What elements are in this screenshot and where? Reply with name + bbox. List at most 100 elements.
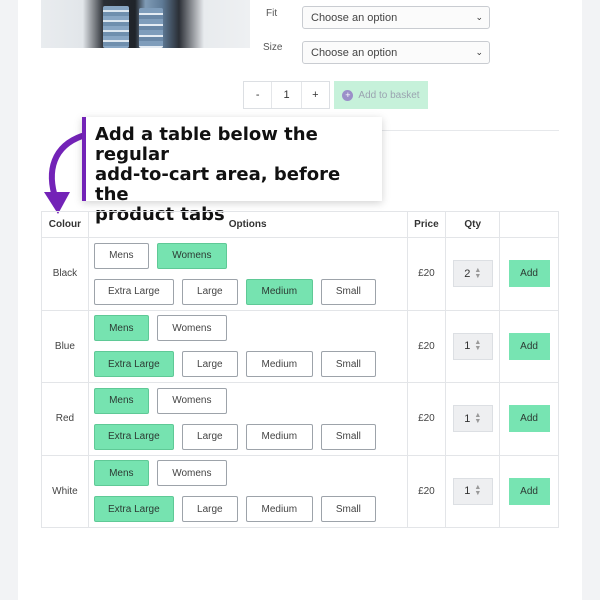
size-option-large[interactable]: Large: [181, 423, 238, 450]
row-qty-input[interactable]: 1 ▲ ▼: [452, 477, 493, 505]
size-option-small[interactable]: Small: [320, 423, 376, 450]
quantity-stepper: - 1 +: [243, 81, 330, 109]
add-cell: Add: [499, 382, 559, 456]
add-cell: Add: [499, 309, 559, 383]
size-option-large[interactable]: Large: [181, 351, 238, 378]
curved-arrow-icon: [44, 133, 85, 214]
add-button[interactable]: Add: [508, 405, 550, 433]
qty-cell: 1 ▲ ▼: [445, 309, 501, 383]
fit-options: Mens Womens: [93, 242, 403, 269]
fit-option-womens[interactable]: Womens: [156, 315, 227, 342]
annotation-callout: Add a table below the regular add-to-car…: [82, 117, 382, 225]
qty-cell: 2 ▲ ▼: [445, 237, 501, 311]
header-options: Options: [87, 211, 408, 238]
price-cell: £20: [406, 454, 447, 528]
spinner-arrows-icon[interactable]: ▲ ▼: [474, 484, 481, 497]
price-cell: £20: [406, 382, 447, 456]
add-button[interactable]: Add: [508, 332, 550, 360]
price-cell: £20: [406, 309, 447, 383]
add-cell: Add: [499, 237, 559, 311]
fit-option-womens[interactable]: Womens: [156, 387, 227, 414]
fit-options: Mens Womens: [93, 460, 403, 487]
size-option-large[interactable]: Large: [181, 496, 238, 523]
fit-option-womens[interactable]: Womens: [156, 242, 227, 269]
row-qty-value: 2: [464, 267, 471, 280]
header-colour: Colour: [41, 211, 89, 238]
qty-minus-button[interactable]: -: [244, 82, 271, 108]
options-cell: Mens Womens Extra Large Large Medium Small: [87, 237, 408, 311]
table-header-row: Colour Options Price Qty: [41, 211, 559, 238]
add-to-basket-button[interactable]: + Add to basket: [334, 81, 428, 109]
fit-option-mens[interactable]: Mens: [93, 315, 149, 342]
size-option-medium[interactable]: Medium: [245, 423, 313, 450]
row-qty-input[interactable]: 2 ▲ ▼: [452, 260, 493, 288]
options-cell: Mens Womens Extra Large Large Medium Small: [87, 382, 408, 456]
size-option-extra-large[interactable]: Extra Large: [93, 351, 174, 378]
product-image: [41, 0, 250, 48]
colour-cell: Red: [41, 382, 89, 456]
size-option-medium[interactable]: Medium: [245, 351, 313, 378]
table-row: White Mens Womens Extra Large Large Medium Sma…: [41, 454, 559, 528]
size-option-small[interactable]: Small: [320, 278, 376, 305]
jeans-right-leg: [139, 8, 163, 48]
qty-input[interactable]: 1: [271, 82, 302, 108]
add-button[interactable]: Add: [508, 260, 550, 288]
size-label: Size: [263, 42, 283, 53]
qty-cell: 1 ▲ ▼: [445, 382, 501, 456]
add-button[interactable]: Add: [508, 477, 550, 505]
size-options: Extra Large Large Medium Small: [93, 423, 403, 450]
size-option-small[interactable]: Small: [320, 496, 376, 523]
jeans-left-leg: [103, 6, 129, 48]
size-select-value: Choose an option: [311, 47, 398, 59]
size-options: Extra Large Large Medium Small: [93, 278, 403, 305]
spinner-arrows-icon[interactable]: ▲ ▼: [474, 412, 481, 425]
size-option-medium[interactable]: Medium: [245, 496, 313, 523]
header-add: [499, 211, 559, 238]
table-row: Black Mens Womens Extra Large Large Medium Sma…: [41, 237, 559, 311]
size-option-small[interactable]: Small: [320, 351, 376, 378]
size-option-medium[interactable]: Medium: [245, 278, 313, 305]
variations-table: Colour Options Price Qty Black Mens Womens…: [41, 211, 559, 528]
fit-label: Fit: [266, 8, 278, 19]
size-options: Extra Large Large Medium Small: [93, 351, 403, 378]
fit-select[interactable]: Choose an option ⌄: [302, 6, 490, 29]
spinner-arrows-icon[interactable]: ▲ ▼: [474, 339, 481, 352]
chevron-down-icon: ⌄: [475, 12, 483, 22]
size-option-extra-large[interactable]: Extra Large: [93, 496, 174, 523]
spinner-arrows-icon[interactable]: ▲ ▼: [474, 267, 481, 280]
header-price: Price: [406, 211, 447, 238]
colour-cell: Blue: [41, 309, 89, 383]
fit-option-womens[interactable]: Womens: [156, 460, 227, 487]
row-qty-value: 1: [464, 412, 471, 425]
size-option-extra-large[interactable]: Extra Large: [93, 423, 174, 450]
row-qty-input[interactable]: 1 ▲ ▼: [452, 332, 493, 360]
size-select[interactable]: Choose an option ⌄: [302, 41, 490, 64]
size-options: Extra Large Large Medium Small: [93, 496, 403, 523]
qty-plus-button[interactable]: +: [302, 82, 329, 108]
callout-line-2: add-to-cart area, before the: [95, 164, 341, 205]
colour-cell: White: [41, 454, 89, 528]
fit-options: Mens Womens: [93, 315, 403, 342]
fit-option-mens[interactable]: Mens: [93, 387, 149, 414]
price-cell: £20: [406, 237, 447, 311]
callout-line-1: Add a table below the regular: [95, 124, 318, 165]
row-qty-input[interactable]: 1 ▲ ▼: [452, 405, 493, 433]
add-to-basket-label: Add to basket: [358, 89, 420, 101]
fit-options: Mens Womens: [93, 387, 403, 414]
table-row: Blue Mens Womens Extra Large Large Medium Smal…: [41, 309, 559, 383]
header-qty: Qty: [445, 211, 501, 238]
colour-cell: Black: [41, 237, 89, 311]
fit-option-mens[interactable]: Mens: [93, 242, 149, 269]
chevron-down-icon: ⌄: [475, 47, 483, 57]
size-option-extra-large[interactable]: Extra Large: [93, 278, 174, 305]
row-qty-value: 1: [464, 485, 471, 498]
qty-cell: 1 ▲ ▼: [445, 454, 501, 528]
fit-option-mens[interactable]: Mens: [93, 460, 149, 487]
plus-circle-icon: +: [342, 89, 354, 101]
size-option-large[interactable]: Large: [181, 278, 238, 305]
options-cell: Mens Womens Extra Large Large Medium Small: [87, 454, 408, 528]
options-cell: Mens Womens Extra Large Large Medium Small: [87, 309, 408, 383]
fit-select-value: Choose an option: [311, 12, 398, 24]
table-row: Red Mens Womens Extra Large Large Medium Small…: [41, 382, 559, 456]
add-cell: Add: [499, 454, 559, 528]
